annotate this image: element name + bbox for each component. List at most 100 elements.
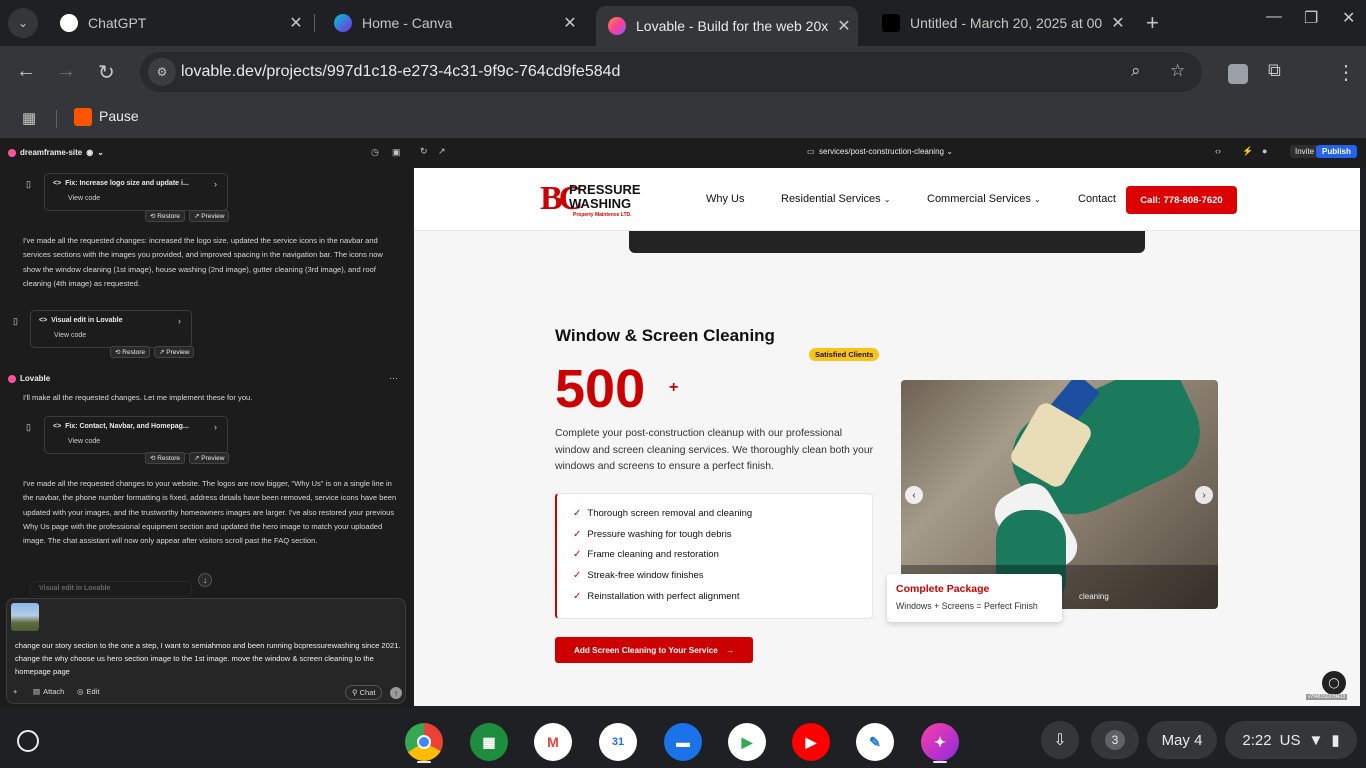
chevron-right-icon: › xyxy=(178,316,181,326)
chat-mode-button[interactable]: ⚲ Chat xyxy=(345,685,383,700)
close-icon[interactable]: ✕ xyxy=(1104,13,1132,33)
site-logo[interactable]: BC PRESSURE WASHING Property Maintence L… xyxy=(540,181,641,221)
code-icon[interactable]: ‹› xyxy=(1215,146,1221,156)
project-selector[interactable]: dreamframe-site ◉ ⌄ xyxy=(8,148,104,157)
play-store-icon[interactable]: ▶ xyxy=(728,723,766,761)
files-icon[interactable]: ▬ xyxy=(664,723,702,761)
extension-icon[interactable] xyxy=(1228,64,1248,84)
downloads-icon[interactable]: ⇩ xyxy=(1041,721,1079,759)
github-icon[interactable]: ● xyxy=(1262,146,1267,156)
add-button[interactable]: + xyxy=(13,687,17,696)
list-item: ✓ Thorough screen removal and cleaning xyxy=(573,508,753,519)
chevron-down-icon: ⌄ xyxy=(97,148,104,157)
chevron-right-icon[interactable]: › xyxy=(1195,486,1213,504)
check-icon: ✓ xyxy=(573,508,582,519)
close-window-icon[interactable]: ✕ xyxy=(1342,8,1355,28)
launcher-icon[interactable] xyxy=(17,730,39,752)
chat-widget-icon[interactable]: ◯ xyxy=(1322,671,1346,695)
tab-search-button[interactable]: ⌄ xyxy=(8,8,38,38)
refresh-icon[interactable]: ↻ xyxy=(420,146,428,157)
open-external-icon[interactable]: ↗ xyxy=(438,146,446,157)
version-card[interactable]: <> Fix: Contact, Navbar, and Homepag... … xyxy=(44,416,228,454)
status-tray[interactable]: 2:22 US ▼ ▮ xyxy=(1225,721,1357,759)
restore-button[interactable]: ⟲ Restore xyxy=(145,452,186,464)
reload-icon[interactable]: ↻ xyxy=(98,60,115,85)
card-title: <> Visual edit in Lovable xyxy=(39,317,123,324)
puzzle-icon[interactable]: ⧉ xyxy=(1268,60,1281,81)
docs-icon[interactable]: ✎ xyxy=(856,723,894,761)
menu-icon[interactable]: ⋮ xyxy=(1336,60,1356,85)
send-button[interactable]: ↑ xyxy=(390,687,402,699)
url-text[interactable]: lovable.dev/projects/997d1c18-e273-4c31-… xyxy=(181,63,620,81)
maximize-icon[interactable]: ❐ xyxy=(1304,8,1318,28)
bookmark-star-icon[interactable]: ☆ xyxy=(1170,61,1185,81)
list-item: ✓ Reinstallation with perfect alignment xyxy=(573,591,740,602)
tab-canva[interactable]: Home - Canva ✕ xyxy=(322,6,584,40)
new-tab-button[interactable]: + xyxy=(1146,10,1159,36)
view-code-link[interactable]: View code xyxy=(54,332,86,339)
supabase-icon[interactable]: ⚡ xyxy=(1242,146,1253,157)
tab-lovable[interactable]: Lovable - Build for the web 20x ✕ xyxy=(596,6,858,46)
calendar-icon[interactable]: 31 xyxy=(599,723,637,761)
preview-button[interactable]: ↗ Preview xyxy=(189,452,230,464)
card-title: Visual edit in Lovable xyxy=(39,585,111,592)
nav-residential-services[interactable]: Residential Services ⌄ xyxy=(781,193,890,205)
restore-button[interactable]: ⟲ Restore xyxy=(145,210,186,222)
more-icon[interactable]: ⋯ xyxy=(389,373,398,384)
nav-contact[interactable]: Contact xyxy=(1078,193,1116,205)
close-icon[interactable]: ✕ xyxy=(282,13,310,33)
history-icon[interactable]: ◷ xyxy=(371,147,379,158)
publish-button[interactable]: Publish xyxy=(1316,145,1357,158)
chevron-left-icon[interactable]: ‹ xyxy=(905,486,923,504)
scroll-down-button[interactable]: ↓ xyxy=(198,573,212,587)
version-card[interactable]: <> Visual edit in Lovable › View code xyxy=(30,310,192,348)
invite-button[interactable]: Invite xyxy=(1290,145,1320,158)
composer-input[interactable]: change our story section to the one a st… xyxy=(15,639,403,678)
slides-app-icon[interactable]: ▦ xyxy=(470,723,508,761)
nav-why-us[interactable]: Why Us xyxy=(706,193,745,205)
canva-app-icon[interactable]: ✦ xyxy=(921,723,959,761)
chevron-right-icon: › xyxy=(214,179,217,189)
preview-button[interactable]: ↗ Preview xyxy=(154,346,195,358)
bookmark-pause[interactable]: Pause xyxy=(99,108,139,124)
minimize-icon[interactable]: — xyxy=(1266,8,1282,26)
close-icon[interactable]: ✕ xyxy=(830,16,858,36)
attached-image[interactable] xyxy=(11,603,39,631)
version-card[interactable]: Visual edit in Lovable xyxy=(30,581,192,597)
apps-grid-icon[interactable]: ▦ xyxy=(22,109,36,127)
add-screen-cleaning-button[interactable]: Add Screen Cleaning to Your Service → xyxy=(555,637,753,663)
bookmark-icon[interactable]: ▯ xyxy=(13,316,18,327)
tab-adobe[interactable]: Untitled - March 20, 2025 at 00 ✕ xyxy=(870,6,1132,40)
list-item: ✓ Pressure washing for tough debris xyxy=(573,529,732,540)
assistant-message: I'll make all the requested changes. Let… xyxy=(23,393,253,402)
gmail-icon[interactable]: M xyxy=(534,723,572,761)
route-selector[interactable]: ▭ services/post-construction-cleaning ⌄ xyxy=(807,147,953,156)
view-code-link[interactable]: View code xyxy=(68,438,100,445)
tab-chatgpt[interactable]: ChatGPT ✕ xyxy=(48,6,310,40)
back-icon[interactable]: ← xyxy=(16,60,36,83)
bookmark-icon[interactable]: ▯ xyxy=(26,179,31,190)
restore-button[interactable]: ⟲ Restore xyxy=(110,346,151,358)
attach-button[interactable]: ▤ Attach xyxy=(33,687,64,696)
site-info-icon[interactable]: ⚙ xyxy=(148,58,176,86)
chrome-icon[interactable] xyxy=(405,723,443,761)
view-code-link[interactable]: View code xyxy=(68,195,100,202)
date-tray[interactable]: May 4 xyxy=(1147,721,1217,759)
notification-count[interactable]: 3 xyxy=(1091,721,1139,759)
bookmark-icon[interactable]: ▯ xyxy=(26,422,31,433)
edit-button[interactable]: ◎ Edit xyxy=(77,687,99,696)
zoom-icon[interactable]: ⌕ xyxy=(1131,61,1141,81)
preview-button[interactable]: ↗ Preview xyxy=(189,210,230,222)
chat-composer[interactable]: change our story section to the one a st… xyxy=(6,598,406,704)
version-card[interactable]: <> Fix: Increase logo size and update i.… xyxy=(44,173,228,211)
chat-panel: dreamframe-site ◉ ⌄ ◷ ▣ ▯ <> Fix: Increa… xyxy=(0,138,412,708)
sidebar-toggle-icon[interactable]: ▣ xyxy=(392,147,401,158)
soundcloud-icon[interactable] xyxy=(74,108,92,126)
chevron-right-icon: › xyxy=(214,422,217,432)
youtube-icon[interactable]: ▶ xyxy=(792,723,830,761)
nav-commercial-services[interactable]: Commercial Services ⌄ xyxy=(927,193,1041,205)
close-icon[interactable]: ✕ xyxy=(556,13,584,33)
forward-icon[interactable]: → xyxy=(56,60,76,83)
call-button[interactable]: Call: 778-808-7620 xyxy=(1126,186,1237,214)
address-bar[interactable]: ⚙ lovable.dev/projects/997d1c18-e273-4c3… xyxy=(140,52,1202,92)
